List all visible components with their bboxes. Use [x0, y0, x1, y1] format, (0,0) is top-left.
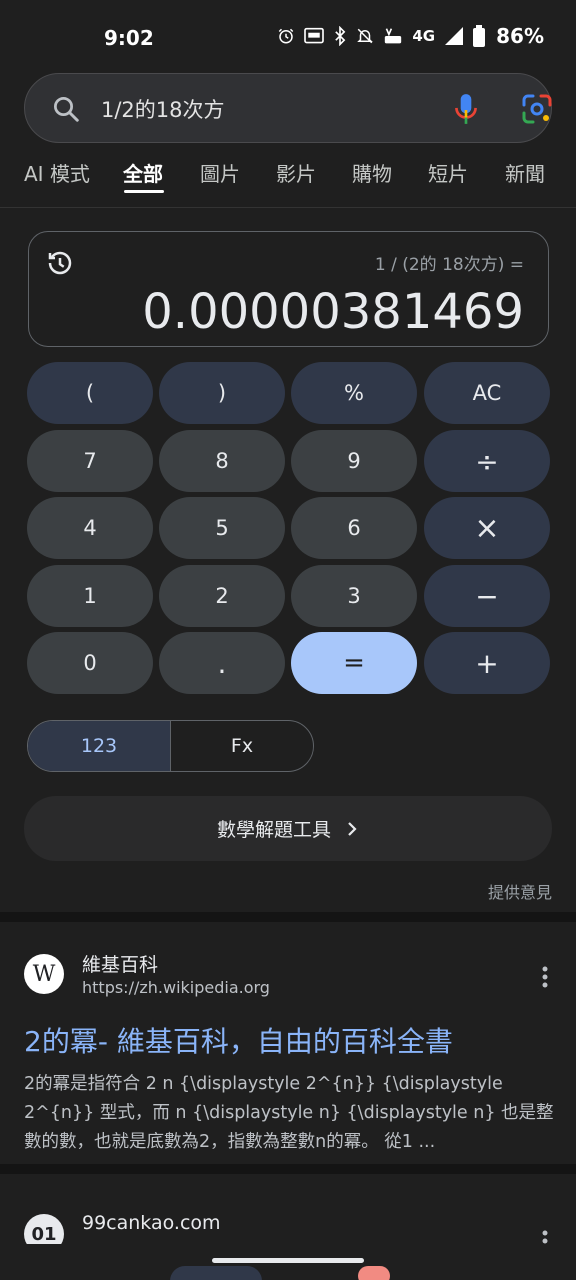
search-icon	[54, 97, 79, 122]
key-multiply[interactable]: ×	[424, 497, 550, 559]
key-4[interactable]: 4	[27, 497, 153, 559]
bluetooth-icon	[335, 26, 346, 46]
notification-badge	[358, 1266, 390, 1280]
site-favicon: W	[24, 954, 64, 994]
signal-icon	[445, 27, 464, 45]
mode-numeric[interactable]: 123	[28, 721, 170, 771]
mode-functions[interactable]: Fx	[170, 721, 313, 771]
battery-level: 86%	[496, 24, 544, 48]
mute-icon	[357, 28, 374, 44]
tab-videos[interactable]: 影片	[276, 158, 316, 187]
bottom-navigation	[0, 1244, 576, 1280]
section-divider	[0, 912, 576, 922]
key-0[interactable]: 0	[27, 632, 153, 694]
chevron-right-icon	[348, 821, 357, 836]
calculator-result: 0.00000381469	[142, 284, 524, 340]
key-6[interactable]: 6	[291, 497, 417, 559]
alarm-icon	[279, 28, 294, 44]
result-site-name[interactable]: 維基百科	[82, 950, 158, 977]
tab-images[interactable]: 圖片	[200, 158, 240, 187]
key-plus[interactable]: +	[424, 632, 550, 694]
key-all-clear[interactable]: AC	[424, 362, 550, 424]
tab-shorts[interactable]: 短片	[428, 158, 468, 187]
key-divide[interactable]: ÷	[424, 430, 550, 492]
tab-all[interactable]: 全部	[123, 158, 163, 187]
math-solver-label: 數學解題工具	[216, 819, 331, 841]
google-lens-icon[interactable]	[521, 93, 553, 125]
key-8[interactable]: 8	[159, 430, 285, 492]
key-2[interactable]: 2	[159, 565, 285, 627]
microphone-icon[interactable]	[453, 92, 479, 126]
key-3[interactable]: 3	[291, 565, 417, 627]
key-7[interactable]: 7	[27, 430, 153, 492]
key-decimal[interactable]: .	[159, 632, 285, 694]
volte-icon	[385, 28, 402, 44]
status-time: 9:02	[104, 26, 154, 50]
search-query[interactable]: 1/2的18次方	[101, 94, 225, 124]
status-bar: 9:02 4G 86%	[0, 0, 576, 74]
result-snippet: 2的冪是指符合 2 n {\displaystyle 2^{n}} {\disp…	[24, 1074, 554, 1152]
key-equals[interactable]: =	[291, 632, 417, 694]
tab-ai-mode[interactable]: AI 模式	[24, 158, 90, 187]
key-5[interactable]: 5	[159, 497, 285, 559]
search-bar[interactable]: 1/2的18次方	[24, 73, 552, 143]
key-minus[interactable]: −	[424, 565, 550, 627]
result-url[interactable]: https://zh.wikipedia.org	[82, 978, 270, 997]
calculator-display: 1 / (2的 18次方) = 0.00000381469	[28, 231, 549, 347]
result-title-link[interactable]: 2的冪- 維基百科，自由的百科全書	[24, 1020, 453, 1060]
calculator-mode-toggle: 123 Fx	[27, 720, 314, 772]
auto-brightness-icon	[304, 27, 325, 44]
battery-icon	[473, 25, 486, 47]
key-1[interactable]: 1	[27, 565, 153, 627]
tab-news[interactable]: 新聞	[505, 158, 545, 187]
search-tabs: AI 模式 全部 圖片 影片 購物 短片 新聞	[0, 150, 576, 208]
status-icons: 4G 86%	[277, 24, 544, 48]
active-tab-indicator	[124, 190, 164, 193]
feedback-link[interactable]: 提供意見	[488, 879, 552, 903]
key-right-paren[interactable]: )	[159, 362, 285, 424]
calculator-expression: 1 / (2的 18次方) =	[374, 255, 524, 275]
gesture-handle[interactable]	[212, 1258, 364, 1263]
key-left-paren[interactable]: (	[27, 362, 153, 424]
result-site-name[interactable]: 99cankao.com	[82, 1212, 221, 1234]
key-percent[interactable]: %	[291, 362, 417, 424]
network-type: 4G	[412, 27, 436, 45]
history-icon[interactable]	[45, 248, 75, 278]
key-9[interactable]: 9	[291, 430, 417, 492]
more-options-icon[interactable]	[542, 966, 548, 988]
math-solver-button[interactable]: 數學解題工具	[24, 796, 552, 861]
tab-shopping[interactable]: 購物	[352, 158, 392, 187]
search-result: W 維基百科 https://zh.wikipedia.org 2的冪- 維基百…	[0, 922, 576, 1174]
nav-search-tab[interactable]	[170, 1266, 262, 1280]
